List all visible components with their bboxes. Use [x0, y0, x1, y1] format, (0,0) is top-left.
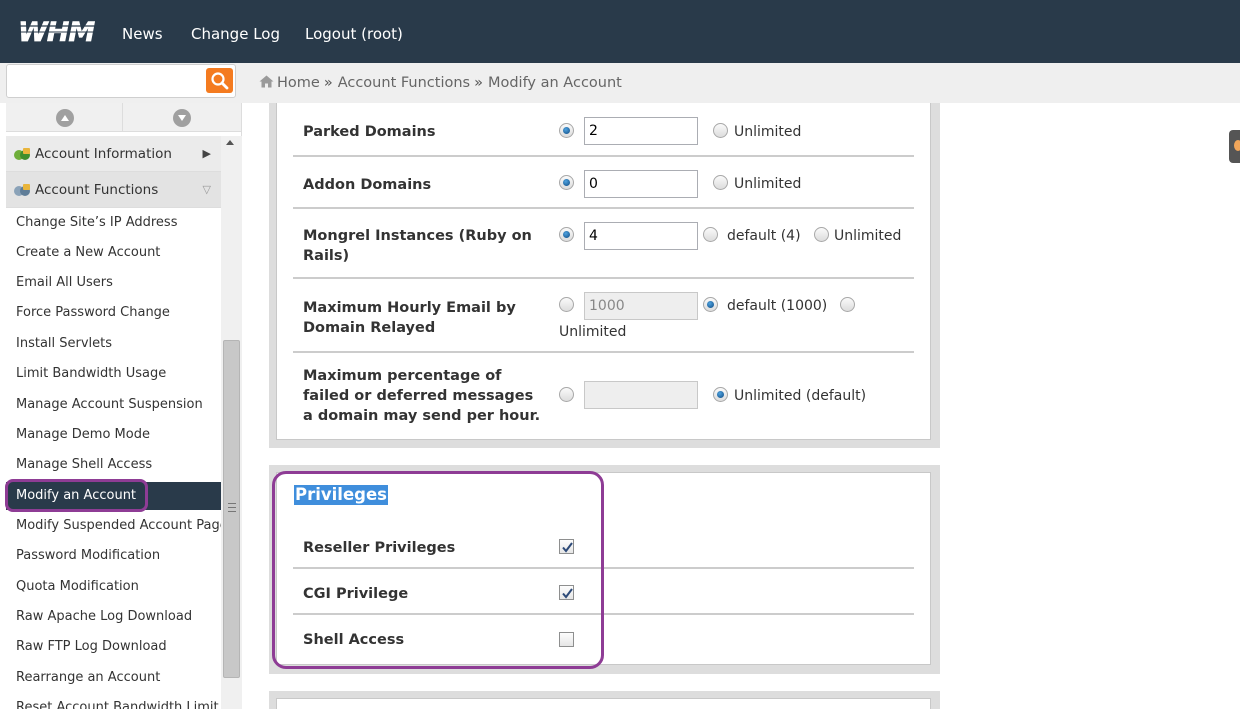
search-box [6, 64, 236, 98]
parked-domains-value-radio[interactable] [559, 123, 574, 138]
sidebar-scroll-controls [6, 103, 241, 132]
sidebar-item-manage-shell-access[interactable]: Manage Shell Access [6, 451, 221, 479]
parked-domains-input[interactable] [584, 117, 698, 145]
checkmark-icon [562, 542, 573, 553]
sidebar-scroll-up-button[interactable] [6, 103, 123, 132]
sidebar-scroll-down-button[interactable] [123, 103, 240, 132]
search-input[interactable] [9, 67, 203, 95]
cgi-privilege-checkbox[interactable] [559, 585, 574, 600]
sidebar-scrollbar[interactable] [221, 136, 242, 709]
sidebar-item-quota-modification[interactable]: Quota Modification [6, 573, 221, 601]
shell-access-label: Shell Access [303, 632, 405, 648]
max-failed-percentage-label: Maximum percentage of failed or deferred… [303, 368, 541, 424]
sidebar-item-install-servlets[interactable]: Install Servlets [6, 330, 221, 358]
mongrel-unlimited-radio[interactable] [814, 227, 829, 242]
sidebar-category-account-functions[interactable]: Account Functions ▽ [6, 172, 221, 208]
hourly-email-default-radio[interactable] [703, 297, 718, 312]
chevron-down-icon: ▽ [202, 183, 211, 196]
next-panel-body [276, 698, 931, 709]
failed-pct-input[interactable] [584, 381, 698, 409]
breadcrumb-account-functions-link[interactable]: Account Functions [338, 75, 470, 91]
hourly-email-input[interactable] [584, 292, 698, 320]
breadcrumb-separator: » [474, 75, 483, 91]
addon-domains-input[interactable] [584, 170, 698, 198]
failed-pct-value-radio[interactable] [559, 387, 574, 402]
mongrel-instances-label: Mongrel Instances (Ruby on Rails) [303, 228, 532, 264]
whm-logo[interactable]: WHM [16, 14, 100, 48]
sidebar-item-manage-demo-mode[interactable]: Manage Demo Mode [6, 421, 221, 449]
sidebar-item-email-all-users[interactable]: Email All Users [6, 269, 221, 297]
row-divider [293, 351, 914, 353]
row-divider [293, 155, 914, 157]
hourly-email-value-radio[interactable] [559, 297, 574, 312]
sidebar-item-limit-bandwidth[interactable]: Limit Bandwidth Usage [6, 360, 221, 388]
breadcrumb-separator: » [323, 75, 333, 91]
account-information-icon [14, 148, 30, 160]
sidebar-item-reset-bandwidth-limit[interactable]: Reset Account Bandwidth Limit [6, 694, 221, 709]
failed-pct-unlimited-radio[interactable] [713, 387, 728, 402]
breadcrumb-home-link[interactable]: Home [277, 75, 320, 91]
search-button[interactable] [206, 68, 233, 93]
sidebar-item-manage-suspension[interactable]: Manage Account Suspension [6, 391, 221, 419]
mongrel-default-label: default (4) [727, 228, 801, 244]
addon-domains-label: Addon Domains [303, 177, 432, 193]
hourly-email-unlimited-radio[interactable] [840, 297, 855, 312]
sidebar-item-raw-ftp-log[interactable]: Raw FTP Log Download [6, 633, 221, 661]
row-divider [293, 207, 914, 209]
breadcrumb-current-page: Modify an Account [487, 75, 622, 91]
chevron-right-icon: ▶ [202, 147, 211, 160]
side-widget-tab[interactable] [1229, 130, 1240, 163]
reseller-privileges-label: Reseller Privileges [303, 540, 456, 556]
sidebar-item-modify-suspended-page[interactable]: Modify Suspended Account Page [6, 512, 228, 540]
sidebar-category-label: Account Information [35, 146, 172, 162]
parked-domains-unlimited-radio[interactable] [713, 123, 728, 138]
addon-domains-value-radio[interactable] [559, 175, 574, 190]
sidebar-item-create-new-account[interactable]: Create a New Account [6, 239, 221, 267]
scrollbar-thumb[interactable] [223, 340, 240, 678]
addon-domains-unlimited-label: Unlimited [734, 176, 802, 192]
reseller-privileges-checkbox[interactable] [559, 539, 574, 554]
sidebar-item-change-site-ip[interactable]: Change Site’s IP Address [6, 209, 221, 237]
parked-domains-label: Parked Domains [303, 124, 436, 140]
sidebar-item-raw-apache-log[interactable]: Raw Apache Log Download [6, 603, 221, 631]
sidebar-category-account-information[interactable]: Account Information ▶ [6, 136, 221, 172]
row-divider [293, 613, 914, 615]
top-navigation-bar: WHM News Change Log Logout (root) [0, 0, 1240, 63]
addon-domains-unlimited-radio[interactable] [713, 175, 728, 190]
parked-domains-unlimited-label: Unlimited [734, 124, 802, 140]
chevron-up-icon [56, 109, 74, 127]
row-divider [293, 277, 914, 279]
sidebar-item-rearrange-account[interactable]: Rearrange an Account [6, 664, 221, 692]
sidebar: Account Information ▶ Account Functions … [6, 103, 242, 709]
row-divider [293, 567, 914, 569]
mongrel-default-radio[interactable] [703, 227, 718, 242]
scroll-up-arrow-icon[interactable] [226, 140, 234, 145]
nav-news-link[interactable]: News [122, 25, 163, 43]
mongrel-unlimited-label: Unlimited [834, 228, 902, 244]
breadcrumb: Home» Account Functions» Modify an Account [259, 75, 622, 91]
sidebar-item-modify-account[interactable]: Modify an Account [6, 482, 221, 510]
hourly-email-default-label: default (1000) [727, 298, 828, 314]
search-icon [211, 72, 229, 90]
privileges-heading: Privileges [294, 485, 388, 505]
grip-icon [228, 503, 236, 512]
mongrel-value-radio[interactable] [559, 227, 574, 242]
failed-pct-unlimited-label: Unlimited (default) [734, 388, 867, 404]
cgi-privilege-label: CGI Privilege [303, 586, 409, 602]
shell-access-checkbox[interactable] [559, 632, 574, 647]
chevron-down-icon [173, 109, 191, 127]
nav-change-log-link[interactable]: Change Log [191, 25, 280, 43]
mongrel-instances-input[interactable] [584, 222, 698, 250]
checkmark-icon [562, 588, 573, 599]
sidebar-item-password-modification[interactable]: Password Modification [6, 542, 221, 570]
home-icon [259, 75, 274, 88]
account-functions-icon [14, 184, 30, 196]
sidebar-item-force-password-change[interactable]: Force Password Change [6, 299, 221, 327]
hourly-email-unlimited-label: Unlimited [559, 324, 627, 340]
sidebar-category-label: Account Functions [35, 182, 159, 198]
nav-logout-link[interactable]: Logout (root) [305, 25, 403, 43]
max-hourly-email-label: Maximum Hourly Email by Domain Relayed [303, 300, 516, 336]
